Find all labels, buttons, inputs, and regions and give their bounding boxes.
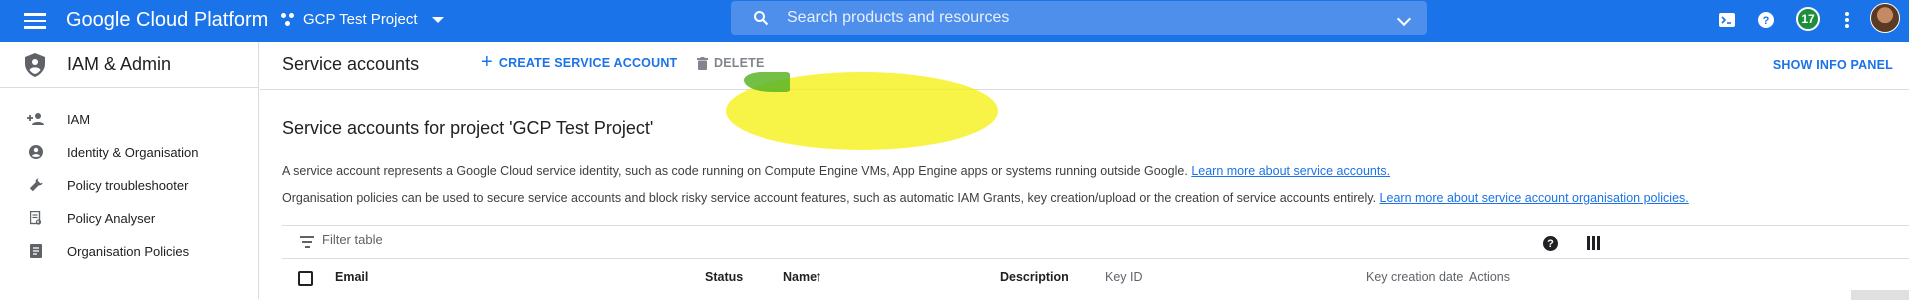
column-key-creation-date[interactable]: Key creation date [1366, 270, 1463, 284]
project-selector[interactable]: GCP Test Project [281, 11, 444, 28]
notifications-badge[interactable]: 17 [1796, 7, 1820, 31]
svg-text:?: ? [1763, 15, 1770, 27]
service-accounts-description: A service account represents a Google Cl… [282, 164, 1390, 178]
sidebar-item-identity-organisation[interactable]: Identity & Organisation [0, 137, 258, 167]
sidebar-item-organisation-policies[interactable]: Organisation Policies [0, 236, 258, 266]
shield-icon [25, 52, 45, 77]
sidebar-item-label: Organisation Policies [67, 243, 190, 259]
sidebar-item-label: IAM [67, 111, 91, 127]
sidebar-item-policy-troubleshooter[interactable]: Policy troubleshooter [0, 170, 258, 200]
list-document-icon [27, 242, 45, 260]
section-title: Service accounts for project 'GCP Test P… [282, 118, 654, 138]
column-key-id[interactable]: Key ID [1105, 270, 1143, 284]
sidebar-item-label: Identity & Organisation [67, 144, 199, 160]
caret-down-icon [431, 16, 444, 23]
column-description[interactable]: Description [1000, 270, 1069, 284]
delete-button[interactable]: DELETE [697, 56, 765, 70]
filter-icon[interactable] [300, 236, 314, 251]
highlight-annotation [726, 72, 998, 150]
top-app-bar: Google Cloud Platform GCP Test Project S… [0, 0, 1909, 42]
learn-more-service-accounts-link[interactable]: Learn more about service accounts. [1191, 164, 1390, 178]
plus-icon: + [481, 51, 493, 73]
help-icon[interactable]: ? [1543, 236, 1558, 251]
filter-input[interactable] [322, 232, 922, 247]
project-icon [281, 12, 295, 27]
column-status[interactable]: Status [705, 270, 743, 284]
sort-ascending-icon[interactable]: ↑ [815, 268, 822, 284]
sidebar-item-iam[interactable]: IAM [0, 104, 258, 134]
expand-icon[interactable] [1396, 11, 1412, 27]
table-header: Email Status Name ↑ Description Key ID K… [282, 260, 1909, 300]
search-placeholder: Search products and resources [787, 9, 1010, 26]
organisation-policies-description: Organisation policies can be used to sec… [282, 191, 1689, 205]
create-button-label: CREATE SERVICE ACCOUNT [498, 56, 678, 70]
help-icon[interactable]: ? [1758, 9, 1774, 31]
avatar[interactable] [1870, 3, 1900, 33]
learn-more-organisation-policies-link[interactable]: Learn more about service account organis… [1380, 191, 1689, 205]
page-header: Service accounts + CREATE SERVICE ACCOUN… [260, 42, 1909, 150]
app-title[interactable]: Google Cloud Platform [66, 9, 268, 32]
column-email[interactable]: Email [335, 270, 368, 284]
document-search-icon [27, 209, 45, 227]
trash-icon [697, 56, 708, 70]
column-name[interactable]: Name [783, 270, 817, 284]
create-service-account-button[interactable]: + CREATE SERVICE ACCOUNT [481, 51, 678, 73]
sidebar-item-policy-analyser[interactable]: Policy Analyser [0, 203, 258, 233]
page-title: Service accounts [282, 54, 420, 74]
main-content: Service accounts + CREATE SERVICE ACCOUN… [260, 42, 1909, 300]
project-name: GCP Test Project [303, 11, 418, 28]
sidebar-item-label: Policy troubleshooter [67, 177, 189, 193]
column-display-icon[interactable] [1587, 236, 1600, 250]
more-vert-icon[interactable] [1843, 9, 1851, 31]
delete-button-label: DELETE [714, 56, 765, 70]
account-circle-icon [27, 143, 45, 161]
sidebar-item-label: Policy Analyser [67, 210, 156, 226]
menu-icon[interactable] [24, 10, 46, 32]
cloud-shell-icon[interactable] [1719, 9, 1735, 31]
select-all-checkbox[interactable] [298, 271, 313, 286]
description-text: Organisation policies can be used to sec… [282, 191, 1377, 205]
filter-bar: ? [282, 225, 1909, 259]
search-icon [754, 11, 769, 26]
sidebar-title: IAM & Admin [67, 54, 172, 74]
sidebar-header: IAM & Admin [0, 42, 258, 88]
search-bar[interactable]: Search products and resources [731, 1, 1427, 35]
column-actions: Actions [1469, 270, 1510, 284]
sidebar: IAM & Admin IAM Identity & Organisation … [0, 42, 259, 299]
wrench-icon [27, 176, 45, 194]
highlight-annotation-mark [744, 72, 790, 92]
description-text: A service account represents a Google Cl… [282, 164, 1188, 178]
show-info-panel-button[interactable]: SHOW INFO PANEL [1773, 58, 1893, 72]
person-add-icon [27, 110, 45, 128]
